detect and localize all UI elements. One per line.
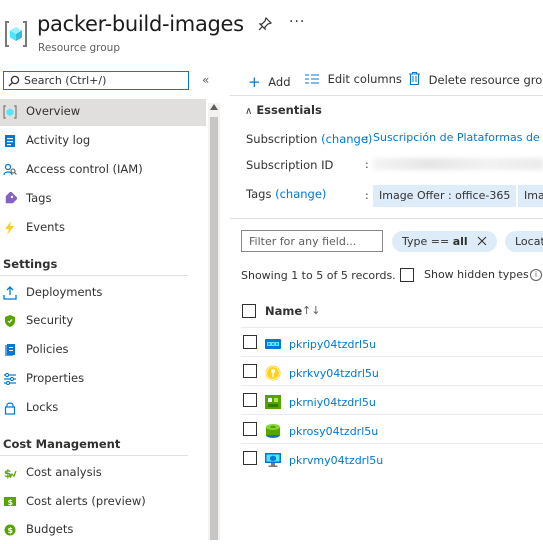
essentials-divider <box>230 218 543 219</box>
records-summary: Showing 1 to 5 of 5 records. <box>241 269 396 282</box>
svg-text:$: $ <box>8 526 14 535</box>
tags-label: Tags (change) <box>246 187 327 201</box>
properties-icon <box>3 372 17 386</box>
activity-log-icon <box>3 134 17 148</box>
essentials-toggle[interactable]: ∧ Essentials <box>245 103 322 117</box>
row-divider <box>241 414 543 415</box>
row-divider <box>241 443 543 444</box>
deploy-icon <box>3 286 17 300</box>
chevron-up-icon: ∧ <box>245 106 253 117</box>
subscription-id-label: Subscription ID <box>246 158 334 172</box>
colon: : <box>365 189 369 202</box>
name-column-header[interactable]: Name <box>265 304 302 318</box>
resource-name-link[interactable]: pkripy04tzdrl5u <box>289 338 376 351</box>
plus-icon: + <box>248 73 261 91</box>
resource-name-link[interactable]: pkrosy04tzdrl5u <box>289 425 378 438</box>
resource-group-icon <box>3 105 17 119</box>
trash-icon <box>409 72 420 88</box>
row-checkbox[interactable] <box>243 335 257 349</box>
sidebar-item-cost-analysis[interactable]: $ Cost analysis <box>0 460 206 487</box>
row-checkbox[interactable] <box>243 422 257 436</box>
cost-management-heading: Cost Management <box>3 437 121 451</box>
location-filter-pill[interactable]: Locat <box>505 231 543 252</box>
cost-divider <box>0 455 188 456</box>
columns-icon <box>305 73 319 87</box>
sidebar-scroll-thumb[interactable] <box>210 117 218 540</box>
resource-name-link[interactable]: pkrvmy04tzdrl5u <box>289 454 383 467</box>
resource-name-link[interactable]: pkrniy04tzdrl5u <box>289 396 376 409</box>
page-title: packer-build-images <box>37 12 244 36</box>
lock-icon <box>3 401 17 415</box>
sidebar-item-activity-log[interactable]: Activity log <box>0 128 206 155</box>
sidebar-item-tags[interactable]: Tags <box>0 186 206 213</box>
shield-icon <box>3 314 17 328</box>
policy-icon <box>3 343 17 357</box>
info-icon[interactable]: i <box>530 269 542 281</box>
virtual-machine-icon <box>265 452 281 468</box>
row-divider <box>241 385 543 386</box>
pin-icon[interactable] <box>258 16 273 31</box>
subscription-label: Subscription (change) <box>246 132 373 146</box>
tags-change-link[interactable]: (change) <box>275 187 326 201</box>
key-vault-icon <box>265 365 281 381</box>
search-placeholder: Search (Ctrl+/) <box>24 74 107 87</box>
row-checkbox[interactable] <box>243 451 257 465</box>
filter-placeholder: Filter for any field... <box>249 235 357 248</box>
page-subtitle: Resource group <box>38 42 120 54</box>
network-interface-icon <box>265 394 281 410</box>
cost-alert-icon: $ <box>3 495 17 509</box>
sidebar-item-events[interactable]: Events <box>0 215 206 242</box>
resource-group-icon <box>4 20 28 48</box>
tag-chip[interactable]: Image Offer : office-365 <box>373 185 517 207</box>
cost-analysis-icon: $ <box>3 466 17 480</box>
toolbar-divider <box>230 95 543 96</box>
sidebar-item-policies[interactable]: Policies <box>0 337 206 364</box>
filter-input[interactable]: Filter for any field... <box>241 230 383 252</box>
sort-icon[interactable]: ↑↓ <box>302 304 320 317</box>
row-checkbox[interactable] <box>243 364 257 378</box>
sidebar-item-security[interactable]: Security <box>0 308 206 335</box>
tag-icon <box>3 191 18 206</box>
close-icon[interactable] <box>477 232 487 253</box>
header-divider <box>241 327 543 328</box>
type-filter-pill[interactable]: Type == all <box>392 231 498 253</box>
edit-columns-button[interactable]: Edit columns <box>305 72 402 87</box>
lightning-icon <box>3 221 17 235</box>
scroll-up-arrow-icon[interactable] <box>210 104 218 110</box>
settings-heading: Settings <box>3 257 58 271</box>
subscription-id-redacted <box>373 158 543 170</box>
budget-icon: $ <box>3 523 17 537</box>
public-ip-icon <box>265 336 281 352</box>
search-icon <box>8 75 20 87</box>
disk-icon <box>265 423 281 439</box>
delete-resource-group-button[interactable]: Delete resource group <box>409 72 543 88</box>
tag-chip[interactable]: Ima <box>518 185 543 207</box>
sidebar-item-access-control[interactable]: Access control (IAM) <box>0 157 206 184</box>
sidebar-item-locks[interactable]: Locks <box>0 395 206 422</box>
colon: : <box>365 132 369 145</box>
select-all-checkbox[interactable] <box>242 304 256 318</box>
sidebar-item-overview[interactable]: Overview <box>0 99 206 126</box>
add-button[interactable]: + Add <box>248 72 291 91</box>
svg-text:$: $ <box>8 498 14 507</box>
sidebar-search-input[interactable]: Search (Ctrl+/) <box>3 71 189 90</box>
show-hidden-types-label: Show hidden types <box>424 268 529 281</box>
settings-divider <box>0 275 188 276</box>
show-hidden-types-checkbox[interactable] <box>400 268 414 282</box>
more-options-button[interactable]: ··· <box>289 14 305 30</box>
sidebar-item-cost-alerts[interactable]: $ Cost alerts (preview) <box>0 489 206 516</box>
resource-name-link[interactable]: pkrkvy04tzdrl5u <box>289 367 379 380</box>
row-checkbox[interactable] <box>243 393 257 407</box>
sidebar-item-deployments[interactable]: Deployments <box>0 280 206 307</box>
sidebar-item-properties[interactable]: Properties <box>0 366 206 393</box>
row-divider <box>241 356 543 357</box>
collapse-sidebar-button[interactable]: « <box>202 73 209 87</box>
subscription-value-link[interactable]: Suscripción de Plataformas de MS <box>373 131 543 144</box>
iam-icon <box>3 163 17 177</box>
colon: : <box>365 158 369 171</box>
